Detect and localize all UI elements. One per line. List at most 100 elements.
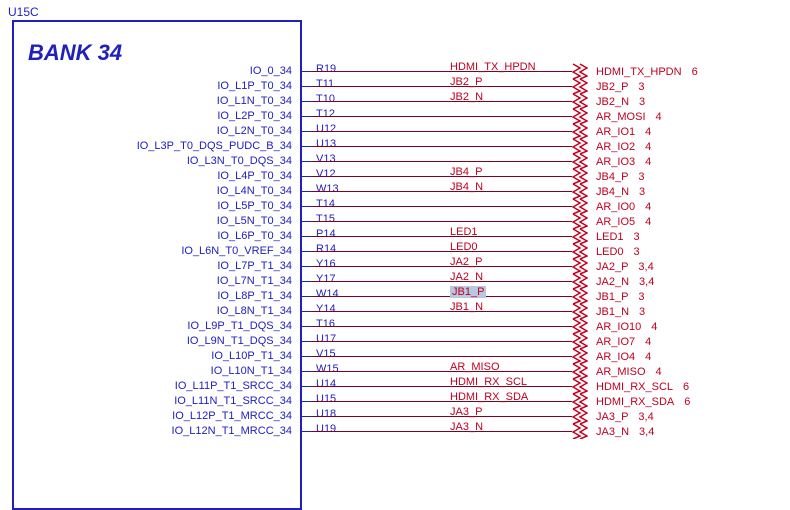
pin-number: U12: [316, 123, 336, 135]
sheet-ref: 4: [651, 321, 657, 333]
port-label: AR_IO74: [596, 336, 651, 348]
port-label: AR_IO54: [596, 216, 651, 228]
pin-label: IO_L5P_T0_34: [0, 200, 296, 212]
pin-row: IO_L11N_T1_SRCC_34U15HDMI_RX_SDAHDMI_RX_…: [0, 394, 790, 409]
pin-stub: [302, 131, 312, 132]
offpage-connector-icon: [572, 138, 588, 154]
offpage-connector-icon: [572, 258, 588, 274]
pin-row: IO_L1N_T0_34T10JB2_NJB2_N3: [0, 94, 790, 109]
pin-label: IO_L8P_T1_34: [0, 290, 296, 302]
net-label: HDMI_RX_SCL: [450, 376, 527, 388]
wire: [312, 221, 572, 222]
port-label: JA3_N3,4: [596, 426, 654, 438]
sheet-ref: 4: [645, 126, 651, 138]
port-label: HDMI_RX_SCL6: [596, 381, 689, 393]
wire: [312, 431, 572, 432]
pin-row: IO_L7N_T1_34Y17JA2_NJA2_N3,4: [0, 274, 790, 289]
port-label: JA3_P3,4: [596, 411, 654, 423]
port-label: AR_IO34: [596, 156, 651, 168]
port-label: JB1_N3: [596, 306, 645, 318]
port-label: AR_IO24: [596, 141, 651, 153]
pin-row: IO_L1P_T0_34T11JB2_PJB2_P3: [0, 79, 790, 94]
wire: [312, 191, 572, 192]
net-label: JB4_N: [450, 181, 483, 193]
offpage-connector-icon: [572, 363, 588, 379]
pin-number: Y17: [316, 273, 336, 285]
wire: [312, 416, 572, 417]
pin-label: IO_L6P_T0_34: [0, 230, 296, 242]
pin-number: V13: [316, 153, 336, 165]
pin-row: IO_L12P_T1_MRCC_34U18JA3_PJA3_P3,4: [0, 409, 790, 424]
pin-number: R19: [316, 63, 336, 75]
net-label: LED1: [450, 226, 478, 238]
offpage-connector-icon: [572, 123, 588, 139]
pin-label: IO_L2P_T0_34: [0, 110, 296, 122]
port-label: AR_IO04: [596, 201, 651, 213]
offpage-connector-icon: [572, 378, 588, 394]
wire: [312, 371, 572, 372]
pin-label: IO_L2N_T0_34: [0, 125, 296, 137]
pin-stub: [302, 281, 312, 282]
pin-row: IO_L2P_T0_34T12AR_MOSI4: [0, 109, 790, 124]
pin-stub: [302, 356, 312, 357]
pin-stub: [302, 386, 312, 387]
net-label: AR_MISO: [450, 361, 500, 373]
wire: [312, 131, 572, 132]
pin-row: IO_L3P_T0_DQS_PUDC_B_34U13AR_IO24: [0, 139, 790, 154]
net-label-highlighted: JB1_P: [450, 286, 486, 298]
pin-stub: [302, 221, 312, 222]
pin-row: IO_L8P_T1_34W14JB1_PJB1_P3: [0, 289, 790, 304]
wire: [312, 251, 572, 252]
offpage-connector-icon: [572, 288, 588, 304]
pin-stub: [302, 341, 312, 342]
wire: [312, 176, 572, 177]
pin-number: P14: [316, 228, 336, 240]
offpage-connector-icon: [572, 228, 588, 244]
net-label: JA3_P: [450, 406, 482, 418]
wire: [312, 311, 572, 312]
pin-stub: [302, 71, 312, 72]
offpage-connector-icon: [572, 303, 588, 319]
wire: [312, 281, 572, 282]
pin-row: IO_L10P_T1_34V15AR_IO44: [0, 349, 790, 364]
wire: [312, 86, 572, 87]
pin-label: IO_L3P_T0_DQS_PUDC_B_34: [0, 140, 296, 152]
sheet-ref: 3,4: [639, 276, 654, 288]
port-label: JB4_N3: [596, 186, 645, 198]
bank-title: BANK 34: [28, 40, 122, 66]
sheet-ref: 6: [683, 381, 689, 393]
port-label: JA2_N3,4: [596, 276, 654, 288]
pin-label: IO_0_34: [0, 65, 296, 77]
pin-number: T10: [316, 93, 335, 105]
port-label: JB2_P3: [596, 81, 645, 93]
sheet-ref: 4: [645, 351, 651, 363]
offpage-connector-icon: [572, 168, 588, 184]
pin-row: IO_L3N_T0_DQS_34V13AR_IO34: [0, 154, 790, 169]
pin-row: IO_L4N_T0_34 W13 JB4_N JB4_N3: [0, 184, 790, 199]
sheet-ref: 3,4: [639, 426, 654, 438]
sheet-ref: 4: [656, 111, 662, 123]
pin-stub: [302, 116, 312, 117]
sheet-ref: 3: [638, 291, 644, 303]
pin-row: IO_L5N_T0_34T15AR_IO54: [0, 214, 790, 229]
offpage-connector-icon: [572, 183, 588, 199]
pin-label: IO_L4N_T0_34: [0, 185, 296, 197]
pin-stub: [302, 296, 312, 297]
pin-label: IO_L1N_T0_34: [0, 95, 296, 107]
pin-stub: [302, 146, 312, 147]
wire: [312, 401, 572, 402]
pin-row: IO_L9N_T1_DQS_34U17AR_IO74: [0, 334, 790, 349]
sheet-ref: 3: [634, 246, 640, 258]
net-label: JB4_P: [450, 166, 482, 178]
wire: [312, 206, 572, 207]
pin-number: W13: [316, 183, 339, 195]
pin-label: IO_L9N_T1_DQS_34: [0, 335, 296, 347]
wire: [312, 386, 572, 387]
pin-label: IO_L7N_T1_34: [0, 275, 296, 287]
offpage-connector-icon: [572, 318, 588, 334]
wire: [312, 296, 572, 297]
port-label: JB4_P3: [596, 171, 645, 183]
net-label: HDMI_RX_SDA: [450, 391, 528, 403]
pin-stub: [302, 416, 312, 417]
pin-stub: [302, 86, 312, 87]
